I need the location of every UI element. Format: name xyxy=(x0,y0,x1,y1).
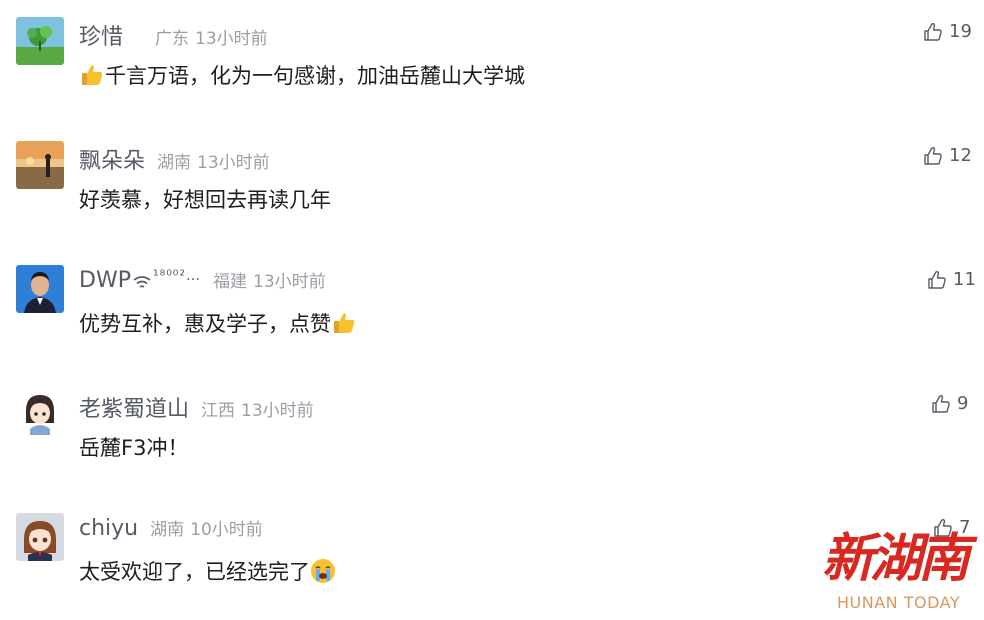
timestamp: 13小时前 xyxy=(253,272,326,292)
comment-item: 珍惜 广东 13小时前 千言万语，化为一句感谢，加油岳麓山大学城 19 xyxy=(0,0,984,124)
location: 湖南 xyxy=(150,520,185,540)
like-button[interactable]: 19 xyxy=(923,21,972,42)
location: 江西 xyxy=(201,401,236,421)
thumbs-up-emoji-icon xyxy=(82,65,103,85)
comment-text: 好羡慕，好想回去再读几年 xyxy=(79,184,331,214)
portrait-photo-image xyxy=(16,265,64,313)
hunan-today-watermark: 新湖南 HUNAN TODAY xyxy=(818,516,984,618)
timestamp: 13小时前 xyxy=(195,29,268,49)
username[interactable]: 飘朵朵 xyxy=(79,143,145,175)
cartoon-girl-image xyxy=(16,389,64,437)
comment-meta: 珍惜 广东 13小时前 xyxy=(79,19,268,51)
green-landscape-image xyxy=(16,17,64,65)
comment-text-content: 优势互补，惠及学子，点赞 xyxy=(79,312,331,336)
thumbs-up-emoji-icon xyxy=(334,313,355,333)
sunset-beach-image xyxy=(16,141,64,189)
comment-text-content: 岳麓F3冲！ xyxy=(79,436,189,460)
user-avatar[interactable] xyxy=(16,17,64,65)
comment-meta: 老紫蜀道山 江西 13小时前 xyxy=(79,391,314,423)
username[interactable]: 珍惜 xyxy=(79,19,123,51)
like-count: 12 xyxy=(949,145,972,166)
location: 湖南 xyxy=(157,153,192,173)
like-count: 11 xyxy=(953,269,976,290)
comment-meta: chiyu 湖南 10小时前 xyxy=(79,515,263,541)
thumbs-up-icon xyxy=(932,394,950,413)
username[interactable]: DWP xyxy=(79,268,131,293)
comment-text: 太受欢迎了，已经选完了 xyxy=(79,556,336,586)
wifi-icon xyxy=(133,276,151,288)
comment-text-content: 好羡慕，好想回去再读几年 xyxy=(79,188,331,212)
watermark-subtitle: HUNAN TODAY xyxy=(837,593,961,612)
username-suffix: ¹⁸⁰⁰²… xyxy=(152,268,202,284)
comment-text: 优势互补，惠及学子，点赞 xyxy=(79,308,357,338)
comment-text-content: 千言万语，化为一句感谢，加油岳麓山大学城 xyxy=(105,64,525,88)
location: 广东 xyxy=(155,29,190,49)
user-avatar[interactable] xyxy=(16,513,64,561)
watermark-title: 新湖南 xyxy=(822,528,970,589)
like-count: 19 xyxy=(949,21,972,42)
comment-text: 岳麓F3冲！ xyxy=(79,432,188,462)
comment-meta: 飘朵朵 湖南 13小时前 xyxy=(79,143,270,175)
comment-text: 千言万语，化为一句感谢，加油岳麓山大学城 xyxy=(79,60,525,90)
location: 福建 xyxy=(213,272,248,292)
comment-item: DWP ¹⁸⁰⁰²… 福建 13小时前 优势互补，惠及学子，点赞 11 xyxy=(0,248,984,372)
thumbs-up-icon xyxy=(928,270,946,289)
username[interactable]: 老紫蜀道山 xyxy=(79,391,189,423)
like-button[interactable]: 11 xyxy=(927,269,976,290)
comment-meta: DWP ¹⁸⁰⁰²… 福建 13小时前 xyxy=(79,267,326,293)
like-button[interactable]: 12 xyxy=(923,145,972,166)
user-avatar[interactable] xyxy=(16,141,64,189)
user-avatar[interactable] xyxy=(16,265,64,313)
comment-text-content: 太受欢迎了，已经选完了 xyxy=(79,560,310,584)
like-button[interactable]: 9 xyxy=(931,393,968,414)
thumbs-up-icon xyxy=(924,146,942,165)
timestamp: 13小时前 xyxy=(197,153,270,173)
comment-item: 飘朵朵 湖南 13小时前 好羡慕，好想回去再读几年 12 xyxy=(0,124,984,248)
anime-character-image xyxy=(16,513,64,561)
timestamp: 13小时前 xyxy=(241,401,314,421)
thumbs-up-icon xyxy=(924,22,942,41)
like-count: 9 xyxy=(957,393,969,414)
username[interactable]: chiyu xyxy=(79,516,138,541)
loudly-crying-emoji-icon xyxy=(311,559,335,583)
timestamp: 10小时前 xyxy=(190,520,263,540)
comment-item: 老紫蜀道山 江西 13小时前 岳麓F3冲！ 9 xyxy=(0,372,984,496)
user-avatar[interactable] xyxy=(16,389,64,437)
